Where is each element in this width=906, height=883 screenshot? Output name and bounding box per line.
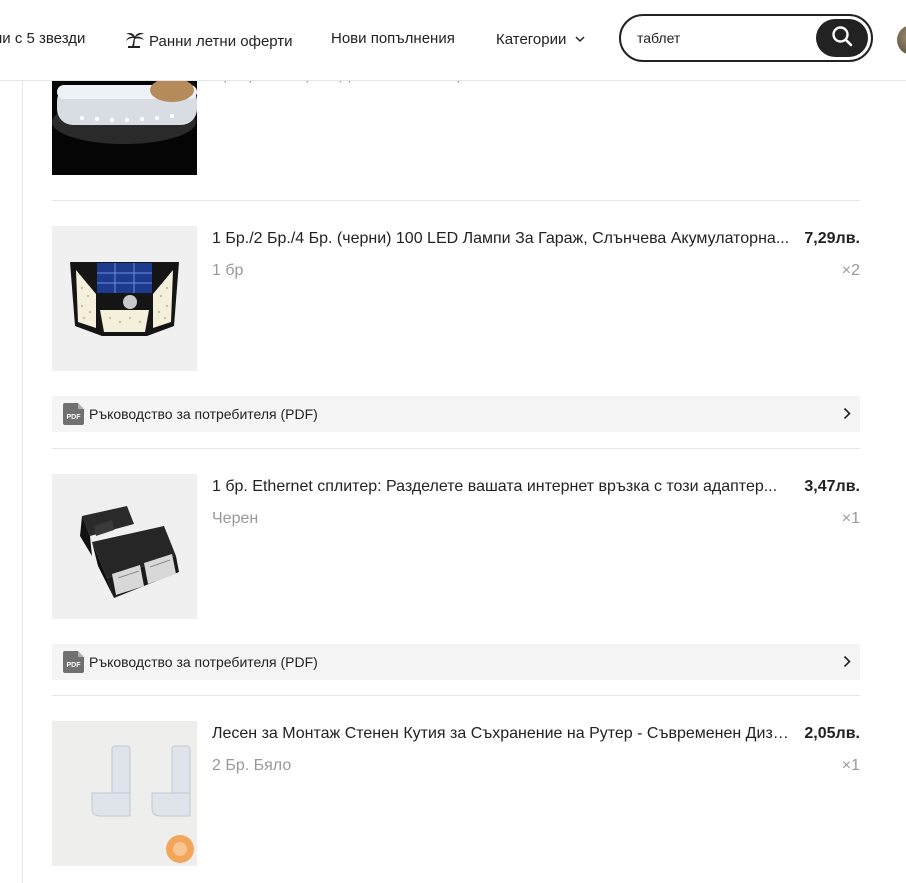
user-manual-link[interactable]: PDF Ръководство за потребителя (PDF)	[52, 396, 860, 432]
chevron-right-icon	[843, 655, 851, 673]
product-variant: 1 бр	[212, 262, 244, 279]
site-header: ни с 5 звезди Ранни летни оферти Нови по…	[0, 0, 906, 81]
product-price: 7,29лв.	[804, 230, 860, 247]
nav-new-arrivals[interactable]: Нови попълнения	[331, 30, 455, 47]
item-divider	[52, 695, 860, 696]
product-price: 3,47лв.	[804, 478, 860, 495]
chevron-down-icon	[575, 30, 585, 47]
product-variant: 2 Бр. Бяло	[212, 757, 292, 774]
product-image-router-shelf[interactable]	[52, 721, 197, 866]
nav-summer-deals[interactable]: Ранни летни оферти	[125, 30, 293, 52]
search-button[interactable]	[816, 19, 868, 57]
product-variant: Черен	[212, 510, 259, 527]
product-qty: ×1	[841, 510, 860, 527]
user-manual-link[interactable]: PDF Ръководство за потребителя (PDF)	[52, 644, 860, 680]
user-manual-label: Ръководство за потребителя (PDF)	[89, 406, 318, 422]
sidebar-divider	[22, 80, 23, 883]
product-title[interactable]: 1 бр. Ethernet сплитер: Разделете вашата…	[212, 478, 797, 496]
product-image-ethernet-splitter[interactable]	[52, 474, 197, 619]
user-avatar[interactable]	[897, 25, 906, 55]
user-manual-label: Ръководство за потребителя (PDF)	[89, 654, 318, 670]
chevron-right-icon	[843, 407, 851, 425]
pdf-icon: PDF	[63, 651, 84, 673]
item-divider	[52, 448, 860, 449]
search-input[interactable]	[637, 27, 817, 49]
palm-tree-icon	[125, 30, 145, 52]
product-image-solar-lamp[interactable]	[52, 226, 197, 371]
search-icon	[830, 24, 854, 53]
nav-5-stars[interactable]: ни с 5 звезди	[0, 30, 85, 47]
item-divider	[52, 200, 860, 201]
nav-categories-label: Категории	[496, 31, 567, 48]
product-price: 2,05лв.	[804, 725, 860, 742]
product-qty: ×1	[841, 757, 860, 774]
pdf-icon: PDF	[63, 403, 84, 425]
nav-categories[interactable]: Категории	[496, 30, 585, 48]
product-title[interactable]: Лесен за Монтаж Стенен Кутия за Съхранен…	[212, 725, 797, 743]
nav-summer-deals-label: Ранни летни оферти	[149, 33, 293, 50]
search-box	[619, 14, 873, 62]
product-title[interactable]: 1 Бр./2 Бр./4 Бр. (черни) 100 LED Лампи …	[212, 230, 797, 248]
product-qty: ×2	[841, 262, 860, 279]
